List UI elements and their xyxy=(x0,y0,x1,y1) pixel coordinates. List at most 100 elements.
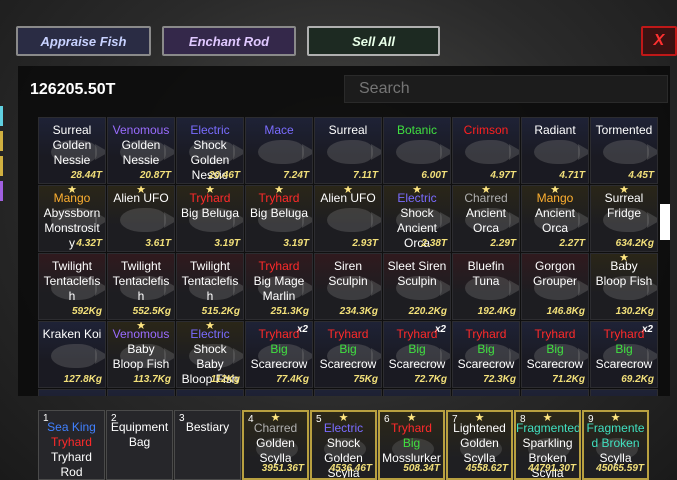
hotbar-item-name-line: Sea King xyxy=(47,420,96,434)
inventory-slot[interactable] xyxy=(176,389,244,396)
inventory-slot[interactable]: Gorgon Grouper 146.8Kg xyxy=(521,253,589,320)
hotbar-slot-8[interactable]: 8 ★ Fragmented Sparkling Broken Scylla 44791.3… xyxy=(514,410,581,480)
hotbar-item-name-line: Tryhard xyxy=(51,450,92,464)
fish-name-line: h xyxy=(68,289,76,303)
hotbar-item-name-line: Bag xyxy=(128,435,151,449)
hotbar-slot-7[interactable]: 7 ★ Lightened Golden Scylla 4558.62T xyxy=(446,410,513,480)
appraise-fish-button[interactable]: Appraise Fish xyxy=(16,26,151,56)
inventory-slot[interactable]: ★ Alien UFO 3.61T xyxy=(107,185,175,252)
close-button[interactable]: X xyxy=(641,26,677,56)
inventory-slot[interactable]: ★ Baby Bloop Fish 130.2Kg xyxy=(590,253,658,320)
fish-name: Crimson xyxy=(453,123,519,138)
inventory-slot[interactable] xyxy=(590,389,658,396)
hotbar-item-name-line: Tryhard xyxy=(391,421,432,435)
inventory-slot[interactable]: Tryhard xyxy=(452,389,520,396)
inventory-slot[interactable] xyxy=(383,389,451,396)
fish-name-line: Abyssborn xyxy=(43,206,101,220)
inventory-slot[interactable]: Botanic 6.00T xyxy=(383,117,451,184)
fish-name-line: Orca xyxy=(472,221,499,235)
scrollbar-thumb[interactable] xyxy=(660,204,670,240)
inventory-slot[interactable]: ★ Electric Shock Baby Bloop Fish 112Kg xyxy=(176,321,244,388)
inventory-slot[interactable]: Radiant 4.71T xyxy=(521,117,589,184)
inventory-slot[interactable]: Tryhard Big Mage Marlin 251.3Kg xyxy=(245,253,313,320)
hotbar-slot-6[interactable]: 6 ★ Tryhard Big Mosslurker 508.34T xyxy=(378,410,445,480)
inventory-slot[interactable]: Surreal Golden Nessie 28.44T xyxy=(38,117,106,184)
fish-name-line: Sculpin xyxy=(397,274,437,288)
fish-name-line: Alien UFO xyxy=(113,191,169,205)
fish-name: Surreal xyxy=(315,123,381,138)
inventory-slot[interactable]: x2 Tryhard Big Scarecrow 69.2Kg xyxy=(590,321,658,388)
hotbar-item-name-line: d Broken xyxy=(591,436,640,450)
inventory-slot[interactable]: Twilight Tentaclefis h 592Kg xyxy=(38,253,106,320)
fish-name: Surreal Golden Nessie xyxy=(39,123,105,168)
fish-name: Sleet Siren Sculpin xyxy=(384,259,450,289)
fish-name: Tryhard Big Scarecrow xyxy=(246,327,312,372)
inventory-slot[interactable]: ★ Mango Ancient Orca 2.27T xyxy=(521,185,589,252)
hotbar-item-name: Charred Golden Scylla xyxy=(244,421,307,466)
inventory-slot[interactable]: Mace 7.24T xyxy=(245,117,313,184)
inventory-slot[interactable]: Tormented 4.45T xyxy=(590,117,658,184)
inventory-slot[interactable] xyxy=(521,389,589,396)
hotbar-item-weight: 4558.62T xyxy=(465,463,508,474)
fish-weight: 69.2Kg xyxy=(621,374,654,385)
fish-name-line: Shock xyxy=(400,206,434,220)
hotbar-item-weight: 3951.36T xyxy=(261,463,304,474)
fish-name-line: Tuna xyxy=(472,274,500,288)
fish-weight: 220.2Kg xyxy=(408,306,447,317)
inventory-slot[interactable]: x2 Tryhard Big Scarecrow 77.4Kg xyxy=(245,321,313,388)
inventory-slot[interactable]: Surreal 7.11T xyxy=(314,117,382,184)
hotbar-item-name-line: Fragmente xyxy=(586,421,645,435)
inventory-slot[interactable]: ★ Venomous Baby Bloop Fish 113.7Kg xyxy=(107,321,175,388)
hotbar-slot-9[interactable]: 9 ★ Fragmente d Broken Scylla 45065.59T xyxy=(582,410,649,480)
enchant-rod-button[interactable]: Enchant Rod xyxy=(162,26,296,56)
fish-weight: 4.97T xyxy=(490,170,516,181)
fish-name-line: Sleet Siren xyxy=(387,259,447,273)
inventory-slot[interactable]: ★ Tryhard Big Beluga 3.19T xyxy=(176,185,244,252)
inventory-slot[interactable]: ★ Electric Shock Ancient Orca 2.38T xyxy=(383,185,451,252)
fish-name-line: Surreal xyxy=(52,123,92,137)
inventory-slot[interactable]: Translucen xyxy=(314,389,382,396)
inventory-slot[interactable]: Venomous Golden Nessie 20.87T xyxy=(107,117,175,184)
sell-all-button[interactable]: Sell All xyxy=(307,26,440,56)
inventory-slot[interactable]: Siren Sculpin 234.3Kg xyxy=(314,253,382,320)
fish-name-line: Venomous xyxy=(112,327,170,341)
inventory-slot[interactable]: Electric Shock Golden Nessie 20.46T xyxy=(176,117,244,184)
fish-weight: 2.29T xyxy=(490,238,516,249)
inventory-slot[interactable]: Twilight Tentaclefis h 552.5Kg xyxy=(107,253,175,320)
inventory-slot[interactable]: ★ Charred Ancient Orca 2.29T xyxy=(452,185,520,252)
inventory-slot[interactable]: Sleet Siren Sculpin 220.2Kg xyxy=(383,253,451,320)
fish-name-line: Sculpin xyxy=(328,274,368,288)
search-input[interactable] xyxy=(344,75,668,103)
inventory-slot[interactable]: Twilight Tentaclefis h 515.2Kg xyxy=(176,253,244,320)
inventory-slot[interactable]: Tryhard Big Scarecrow 71.2Kg xyxy=(521,321,589,388)
inventory-slot[interactable]: Bluefin Tuna 192.4Kg xyxy=(452,253,520,320)
fish-name: Twilight Tentaclefis h xyxy=(177,259,243,304)
money-counter: 126205.50T xyxy=(30,81,116,98)
inventory-slot[interactable] xyxy=(245,389,313,396)
fish-icon xyxy=(534,140,588,164)
fish-name-line: Scarecrow xyxy=(388,357,446,371)
hotbar-slot-2[interactable]: 2 Equipment Bag xyxy=(106,410,173,480)
fish-weight: 71.2Kg xyxy=(552,374,585,385)
fish-name-line: Big xyxy=(270,342,288,356)
fish-name-line: Bloop Fish xyxy=(112,357,170,371)
inventory-slot[interactable]: ★ Surreal Fridge 634.2Kg xyxy=(590,185,658,252)
inventory-slot[interactable]: ★ Alien UFO 2.93T xyxy=(314,185,382,252)
fish-name: Tryhard Big Beluga xyxy=(246,191,312,221)
inventory-slot[interactable]: Tryhard Big Scarecrow 72.3Kg xyxy=(452,321,520,388)
hotbar-slot-3[interactable]: 3 Bestiary xyxy=(174,410,241,480)
fish-weight: 3.61T xyxy=(145,238,171,249)
fish-weight: 515.2Kg xyxy=(201,306,240,317)
inventory-slot[interactable]: ★ Tryhard Big Beluga 3.19T xyxy=(245,185,313,252)
inventory-slot[interactable] xyxy=(38,389,106,396)
hotbar-slot-4[interactable]: 4 ★ Charred Golden Scylla 3951.36T xyxy=(242,410,309,480)
hotbar-slot-5[interactable]: 5 ★ Electric Shock Golden Scylla 4536.46T xyxy=(310,410,377,480)
hotbar-slot-1[interactable]: 1 Sea King Tryhard Tryhard Rod xyxy=(38,410,105,480)
inventory-slot[interactable] xyxy=(107,389,175,396)
inventory-slot[interactable]: ★ Mango Abyssborn Monstrosit y 4.32T xyxy=(38,185,106,252)
inventory-slot[interactable]: Tryhard Big Scarecrow 75Kg xyxy=(314,321,382,388)
inventory-slot[interactable]: Crimson 4.97T xyxy=(452,117,520,184)
inventory-slot[interactable]: Kraken Koi 127.8Kg xyxy=(38,321,106,388)
hotbar-item-name-line: Equipment xyxy=(110,420,169,434)
inventory-slot[interactable]: x2 Tryhard Big Scarecrow 72.7Kg xyxy=(383,321,451,388)
